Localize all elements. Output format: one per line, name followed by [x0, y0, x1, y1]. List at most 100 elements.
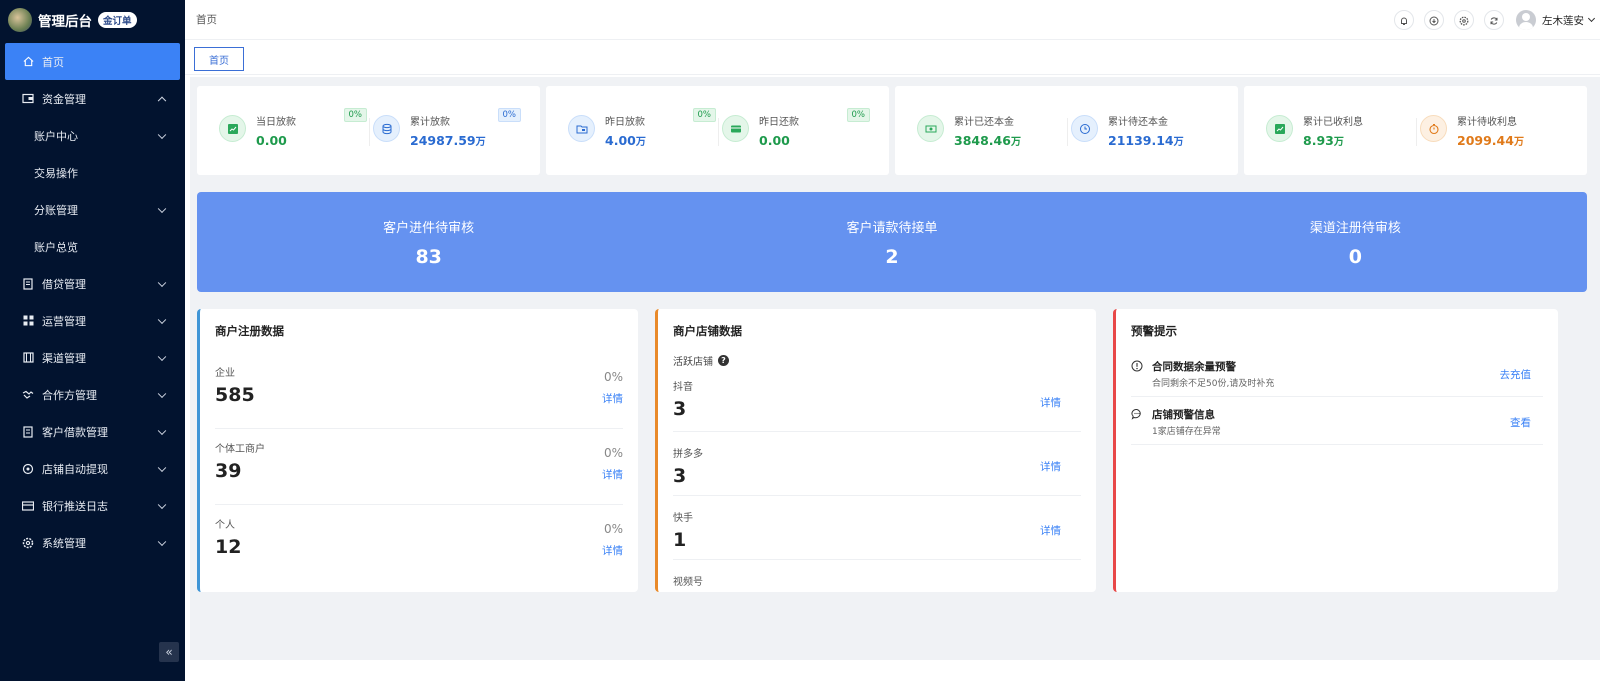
timer-icon: [1420, 115, 1447, 142]
list-item: 快手 1 详情: [673, 496, 1081, 560]
banner-item[interactable]: 渠道注册待审核 0: [1124, 192, 1587, 292]
user-menu[interactable]: 左木莲安: [1516, 10, 1596, 30]
warnings-panel: 预警提示 合同数据余量预警 合同剩余不足50份,请及时补充 去充值 店铺预警信息 1…: [1113, 309, 1558, 592]
stat-value: 2099.44万: [1457, 133, 1524, 148]
registration-list: 企业 585 0% 详情 个体工商户 39 0% 详情 个人 12 0% 详情: [215, 353, 623, 581]
cash-icon: [917, 115, 944, 142]
wallet-icon: [22, 93, 34, 105]
percent-badge: 0%: [497, 108, 521, 122]
row-label: 快手: [673, 513, 693, 524]
tab-home[interactable]: 首页: [194, 47, 244, 71]
handshake-icon: [22, 389, 34, 401]
row-label: 视频号: [673, 577, 703, 588]
chevron-down-icon: [157, 315, 167, 324]
refresh-button[interactable]: [1484, 10, 1504, 30]
breadcrumb[interactable]: 首页: [196, 12, 217, 27]
list-item: 抖音 3 详情: [673, 368, 1081, 432]
sidebar-item-trade[interactable]: 交易操作: [0, 154, 185, 191]
warning-desc: 1家店铺存在异常: [1152, 427, 1221, 437]
chevron-down-icon: [157, 500, 167, 509]
chevron-down-icon: [1587, 14, 1596, 23]
panel-title: 预警提示: [1131, 324, 1177, 338]
merchant-registration-panel: 商户注册数据 企业 585 0% 详情 个体工商户 39 0% 详情 个人 12…: [197, 309, 638, 592]
avatar: [1516, 10, 1536, 30]
row-value: 39: [215, 460, 242, 482]
app-badge: 金订单: [98, 12, 137, 28]
stat-value: 3848.46万: [954, 133, 1021, 148]
details-link[interactable]: 详情: [602, 467, 623, 482]
sidebar-item-split[interactable]: 分账管理: [0, 191, 185, 228]
sidebar-item-operations[interactable]: 运营管理: [0, 302, 185, 339]
row-value: 1: [673, 529, 687, 551]
user-name: 左木莲安: [1542, 14, 1584, 27]
tab-bar: 首页: [185, 41, 1600, 75]
view-link[interactable]: 查看: [1510, 415, 1531, 430]
app-title: 管理后台: [38, 14, 92, 30]
settings-icon: [22, 537, 34, 549]
sidebar-item-customer-loan[interactable]: 客户借款管理: [0, 413, 185, 450]
sidebar-item-funds[interactable]: 资金管理: [0, 80, 185, 117]
banner-item[interactable]: 客户进件待审核 83: [197, 192, 660, 292]
stat-value: 0.00: [759, 133, 790, 148]
details-link[interactable]: 详情: [602, 391, 623, 406]
chevron-down-icon: [157, 463, 167, 472]
folder-icon: [568, 115, 595, 142]
stat-label: 当日放款: [256, 117, 296, 128]
chevron-down-icon: [157, 130, 167, 139]
sidebar-item-label: 借贷管理: [42, 277, 86, 291]
home-icon: [22, 56, 34, 68]
app-logo[interactable]: 管理后台 金订单: [0, 0, 185, 40]
sidebar-item-overview[interactable]: 账户总览: [0, 228, 185, 265]
row-percent: 0%: [603, 446, 623, 460]
sidebar: 管理后台 金订单 首页 资金管理 账户中心 交易操作 分账管理 账户总览 借贷管…: [0, 0, 185, 681]
divider: [717, 118, 719, 146]
stat-label: 累计放款: [410, 117, 450, 128]
sidebar-item-bank-log[interactable]: 银行推送日志: [0, 487, 185, 524]
notification-button[interactable]: [1394, 10, 1414, 30]
row-label: 抖音: [673, 382, 693, 393]
details-link[interactable]: 详情: [1040, 523, 1061, 538]
sidebar-item-account-center[interactable]: 账户中心: [0, 117, 185, 154]
grid-icon: [22, 315, 34, 327]
banner-label: 客户进件待审核: [383, 221, 475, 236]
sidebar-item-label: 交易操作: [34, 166, 78, 180]
settings-button[interactable]: [1454, 10, 1474, 30]
row-value: 585: [215, 384, 255, 406]
list-item: 个体工商户 39 0% 详情: [215, 429, 623, 505]
row-label: 个体工商户: [215, 444, 265, 455]
gear-icon: [1459, 11, 1469, 30]
sidebar-item-system[interactable]: 系统管理: [0, 524, 185, 561]
divider: [1415, 118, 1417, 146]
details-link[interactable]: 详情: [602, 543, 623, 558]
percent-badge: 0%: [846, 108, 870, 122]
warning-item: 店铺预警信息 1家店铺存在异常 查看: [1131, 397, 1543, 445]
recharge-link[interactable]: 去充值: [1500, 367, 1532, 382]
banner-value: 0: [1348, 246, 1362, 268]
sidebar-item-partner[interactable]: 合作方管理: [0, 376, 185, 413]
top-bar: 首页 左木莲安: [185, 0, 1600, 40]
divider: [368, 118, 370, 146]
sidebar-item-home[interactable]: 首页: [5, 43, 180, 80]
sidebar-item-auto-withdraw[interactable]: 店铺自动提现: [0, 450, 185, 487]
sidebar-collapse-button[interactable]: «: [159, 642, 179, 662]
stat-label: 累计待还本金: [1108, 117, 1168, 128]
banner-item[interactable]: 客户请款待接单 2: [660, 192, 1123, 292]
sidebar-item-label: 首页: [42, 55, 64, 69]
percent-badge: 0%: [343, 108, 367, 122]
list-item: 企业 585 0% 详情: [215, 353, 623, 429]
percent-badge: 0%: [692, 108, 716, 122]
sidebar-item-loan[interactable]: 借贷管理: [0, 265, 185, 302]
sidebar-item-channel[interactable]: 渠道管理: [0, 339, 185, 376]
details-link[interactable]: 详情: [1040, 459, 1061, 474]
help-icon[interactable]: ?: [718, 355, 729, 366]
logo-avatar: [8, 8, 32, 32]
download-button[interactable]: [1424, 10, 1444, 30]
card-icon: [22, 500, 34, 512]
chevron-down-icon: [157, 389, 167, 398]
row-percent: 0%: [603, 370, 623, 384]
sidebar-item-label: 分账管理: [34, 203, 78, 217]
stat-label: 昨日放款: [605, 117, 645, 128]
list-icon: [22, 425, 34, 438]
details-link[interactable]: 详情: [1040, 395, 1061, 410]
chat-bubble-icon: [1131, 408, 1143, 420]
